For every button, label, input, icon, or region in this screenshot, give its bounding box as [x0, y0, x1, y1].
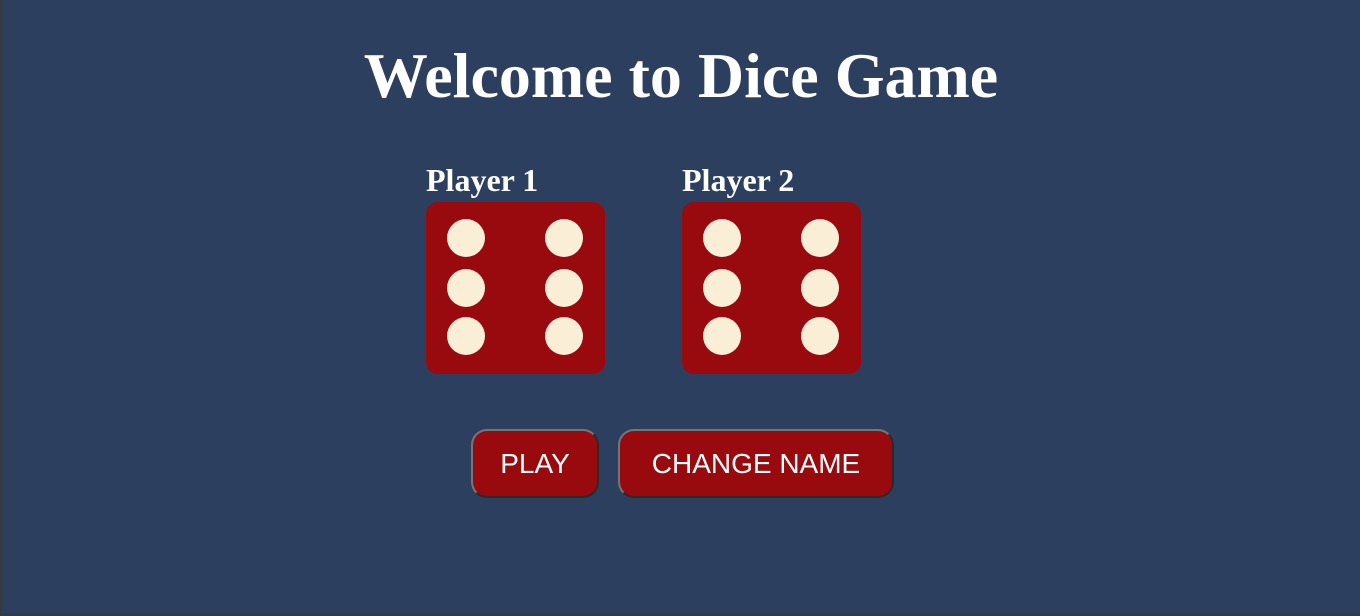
change-name-button[interactable]: CHANGE NAME — [618, 429, 894, 498]
die-pip — [801, 219, 839, 257]
dice-game-page: Welcome to Dice Game Player 1 Player 2 P… — [2, 0, 1360, 613]
die-pip — [545, 269, 583, 307]
page-title: Welcome to Dice Game — [363, 40, 999, 111]
die-pip — [447, 269, 485, 307]
player-2-die — [682, 202, 861, 374]
player-1-die — [426, 202, 605, 374]
die-pip — [545, 219, 583, 257]
die-pip — [545, 317, 583, 355]
die-pip — [703, 269, 741, 307]
die-pip — [447, 219, 485, 257]
die-pip — [703, 317, 741, 355]
player-1-name: Player 1 — [426, 162, 539, 198]
player-1-panel: Player 1 — [426, 162, 606, 374]
player-2-panel: Player 2 — [682, 162, 862, 374]
die-pip — [447, 317, 485, 355]
die-pip — [801, 269, 839, 307]
player-2-name: Player 2 — [682, 162, 795, 198]
play-button[interactable]: PLAY — [471, 429, 599, 498]
die-pip — [703, 219, 741, 257]
die-pip — [801, 317, 839, 355]
